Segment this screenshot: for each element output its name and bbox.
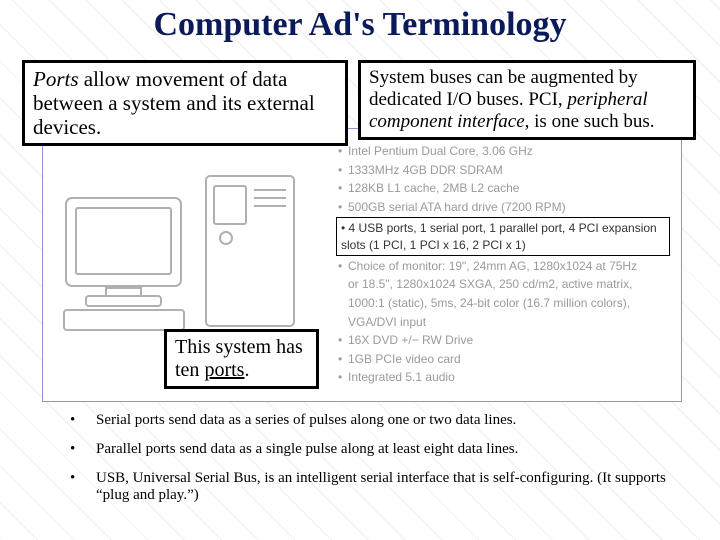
computer-illustration [56, 168, 316, 338]
spec-line: 1000:1 (static), 5ms, 24-bit color (16.7… [338, 294, 668, 313]
bottom-bullet: •Serial ports send data as a series of p… [70, 412, 690, 429]
spec-line: •128KB L1 cache, 2MB L2 cache [338, 179, 668, 198]
callout-ten-ports: This system has ten ports. [164, 329, 319, 389]
spec-line: •Intel Pentium Dual Core, 3.06 GHz [338, 142, 668, 161]
spec-line: •Choice of monitor: 19", 24mm AG, 1280x1… [338, 257, 668, 276]
spec-line: •500GB serial ATA hard drive (7200 RPM) [338, 198, 668, 217]
spec-line: •16X DVD +/− RW Drive [338, 331, 668, 350]
callout-pci: System buses can be augmented by dedicat… [358, 60, 696, 140]
spec-line: VGA/DVI input [338, 313, 668, 332]
spec-highlight: • 4 USB ports, 1 serial port, 1 parallel… [336, 217, 670, 255]
spec-line: •Integrated 5.1 audio [338, 368, 668, 387]
callout-ports: Ports allow movement of data between a s… [22, 60, 348, 146]
spec-list: •Intel Pentium Dual Core, 3.06 GHz•1333M… [338, 142, 668, 387]
bottom-bullet: •Parallel ports send data as a single pu… [70, 441, 690, 458]
spec-line: •1GB PCIe video card [338, 350, 668, 369]
slide-title: Computer Ad's Terminology [0, 6, 720, 44]
spec-line: or 18.5", 1280x1024 SXGA, 250 cd/m2, act… [338, 275, 668, 294]
bottom-bullets: •Serial ports send data as a series of p… [70, 412, 690, 516]
spec-line: •1333MHz 4GB DDR SDRAM [338, 161, 668, 180]
bottom-bullet: •USB, Universal Serial Bus, is an intell… [70, 470, 690, 504]
